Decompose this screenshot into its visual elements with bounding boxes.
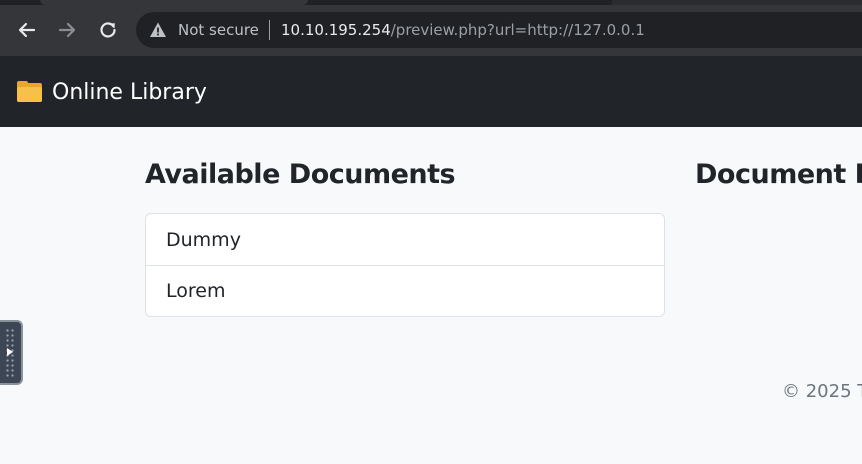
brand-link[interactable]: Online Library xyxy=(16,78,207,106)
reload-icon xyxy=(100,22,116,38)
forward-arrow-icon xyxy=(58,22,76,38)
address-bar-separator xyxy=(269,20,270,40)
address-bar[interactable]: Not secure 10.10.195.254/preview.php?url… xyxy=(136,12,862,48)
document-item-lorem[interactable]: Lorem xyxy=(146,265,664,316)
documents-list: Dummy Lorem xyxy=(145,213,665,317)
url-path: /preview.php?url=http://127.0.0.1 xyxy=(390,21,645,39)
site-navbar: Online Library xyxy=(0,56,862,127)
document-item-dummy[interactable]: Dummy xyxy=(146,214,664,265)
folder-icon xyxy=(16,80,44,104)
back-arrow-icon xyxy=(18,22,36,38)
url-host: 10.10.195.254 xyxy=(281,21,391,39)
play-icon xyxy=(7,348,13,356)
security-status-label[interactable]: Not secure xyxy=(178,21,259,39)
warning-triangle-icon[interactable] xyxy=(149,21,167,39)
side-panel-toggle[interactable] xyxy=(0,320,23,385)
footer-copyright: © 2025 T xyxy=(782,381,862,402)
browser-toolbar: Not secure 10.10.195.254/preview.php?url… xyxy=(0,5,862,56)
url-text[interactable]: 10.10.195.254/preview.php?url=http://127… xyxy=(281,21,645,39)
brand-label: Online Library xyxy=(52,79,207,105)
available-documents-heading: Available Documents xyxy=(145,159,456,190)
back-button[interactable] xyxy=(13,16,41,44)
forward-button[interactable] xyxy=(53,16,81,44)
reload-button[interactable] xyxy=(94,16,122,44)
document-preview-heading: Document Pr xyxy=(695,159,862,190)
